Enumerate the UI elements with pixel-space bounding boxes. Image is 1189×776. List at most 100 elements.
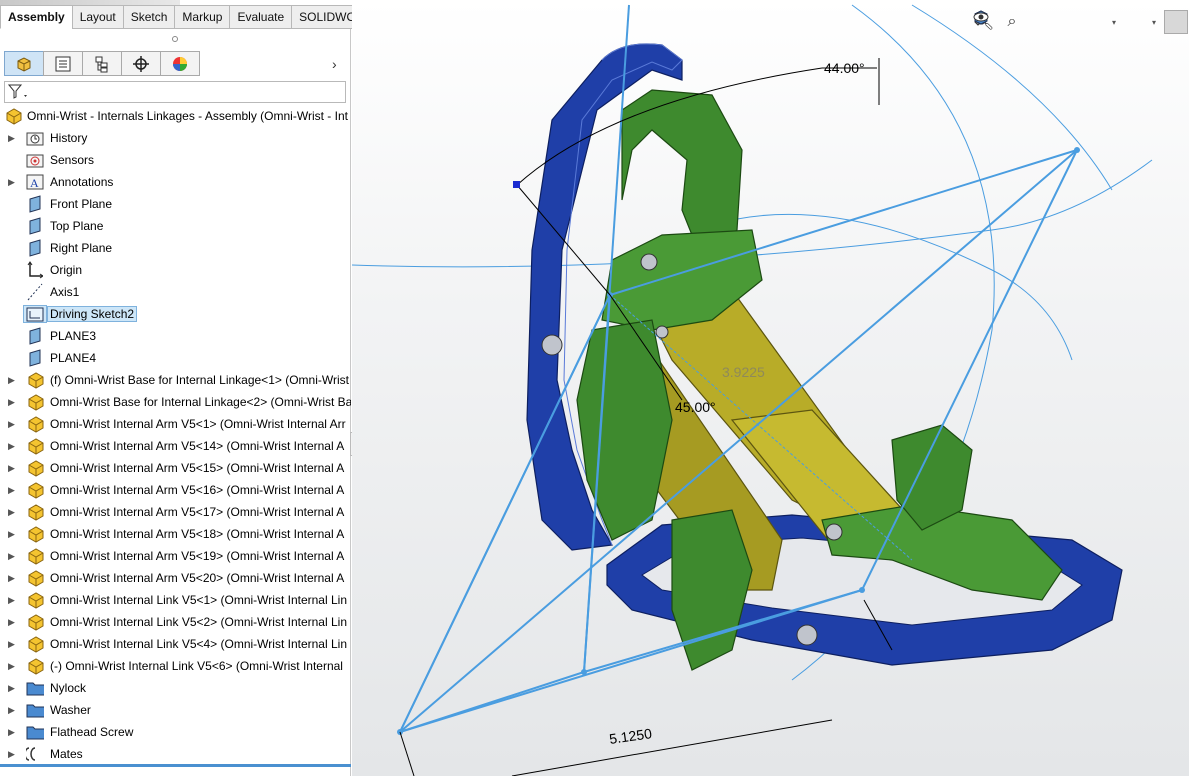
- tree-item-omni-wrist-internal-arm-v5-19-omni-wrist-internal-a[interactable]: ▶ Omni-Wrist Internal Arm V5<19> (Omni-Wr…: [0, 545, 351, 567]
- tree-item-right-plane[interactable]: Right Plane: [0, 237, 351, 259]
- tab-markup[interactable]: Markup: [174, 5, 231, 29]
- expand-arrow-icon[interactable]: ▶: [8, 573, 16, 584]
- expand-arrow-icon[interactable]: ▶: [8, 551, 16, 562]
- tree-item-label: Omni-Wrist Internal Arm V5<1> (Omni-Wris…: [50, 417, 346, 431]
- expand-arrow-icon[interactable]: ▶: [8, 683, 16, 694]
- axis-icon: [26, 283, 44, 301]
- chevron-down-icon[interactable]: ▾: [1152, 18, 1160, 27]
- feature-manager-tab[interactable]: [4, 51, 44, 76]
- expand-arrow-icon[interactable]: ▶: [8, 177, 16, 188]
- tree-item-omni-wrist-base-for-internal-linkage-2-omni-wrist-ba[interactable]: ▶ Omni-Wrist Base for Internal Linkage<2>…: [0, 391, 351, 413]
- tree-item-label: Nylock: [50, 681, 87, 695]
- view-orientation-icon[interactable]: [974, 10, 1108, 34]
- property-manager-tab[interactable]: [43, 51, 83, 76]
- tree-item-front-plane[interactable]: Front Plane: [0, 193, 351, 215]
- expand-arrow-icon[interactable]: ▶: [8, 463, 16, 474]
- tree-item-label: Annotations: [50, 175, 114, 189]
- tree-item-omni-wrist-internal-arm-v5-16-omni-wrist-internal-a[interactable]: ▶ Omni-Wrist Internal Arm V5<16> (Omni-Wr…: [0, 479, 351, 501]
- tree-item-omni-wrist-internal-link-v5-1-omni-wrist-internal-lin[interactable]: ▶ Omni-Wrist Internal Link V5<1> (Omni-Wr…: [0, 589, 351, 611]
- tree-item-label: PLANE3: [50, 329, 97, 343]
- expand-arrow-icon[interactable]: ▶: [8, 617, 16, 628]
- filter-icon[interactable]: [8, 84, 30, 100]
- tree-item-omni-wrist-internal-link-v5-4-omni-wrist-internal-lin[interactable]: ▶ Omni-Wrist Internal Link V5<4> (Omni-Wr…: [0, 633, 351, 655]
- expand-arrow-icon[interactable]: ▶: [8, 529, 16, 540]
- tree-item-sensors[interactable]: Sensors: [0, 149, 351, 171]
- tree-item-history[interactable]: ▶ History: [0, 127, 351, 149]
- tree-item-omni-wrist-internal-arm-v5-17-omni-wrist-internal-a[interactable]: ▶ Omni-Wrist Internal Arm V5<17> (Omni-Wr…: [0, 501, 351, 523]
- tree-item-omni-wrist-internal-arm-v5-1-omni-wrist-internal-arr[interactable]: ▶ Omni-Wrist Internal Arm V5<1> (Omni-Wri…: [0, 413, 351, 435]
- tab-assembly[interactable]: Assembly: [0, 5, 73, 29]
- panel-grip-icon[interactable]: [172, 36, 178, 42]
- tree-item-omni-wrist-internal-link-v5-6-omni-wrist-internal[interactable]: ▶ (-) Omni-Wrist Internal Link V5<6> (Omn…: [0, 655, 351, 677]
- plane-icon: [26, 327, 44, 345]
- graphics-area[interactable]: 44.00° 45.00° 3.9225 5.1250 🔍︎ ⌕ ▾ ▾ ▾: [352, 0, 1189, 776]
- tree-item-axis1[interactable]: Axis1: [0, 281, 351, 303]
- part-icon: [26, 503, 44, 521]
- part-icon: [26, 371, 44, 389]
- expand-arrow-icon[interactable]: ▶: [8, 133, 16, 144]
- part-icon: [26, 591, 44, 609]
- expand-arrow-icon[interactable]: ▶: [8, 705, 16, 716]
- history-folder-icon: [26, 129, 44, 147]
- length-dimension-mid[interactable]: 3.9225: [722, 364, 765, 380]
- tree-item-omni-wrist-internal-link-v5-2-omni-wrist-internal-lin[interactable]: ▶ Omni-Wrist Internal Link V5<2> (Omni-Wr…: [0, 611, 351, 633]
- chevron-right-icon[interactable]: ›: [332, 56, 337, 72]
- section-view-icon[interactable]: [974, 10, 1080, 34]
- tree-root-assembly[interactable]: Omni-Wrist - Internals Linkages - Assemb…: [0, 105, 351, 127]
- part-icon: [26, 481, 44, 499]
- model-view[interactable]: 44.00° 45.00° 3.9225 5.1250: [352, 0, 1189, 776]
- expand-arrow-icon[interactable]: ▶: [8, 727, 16, 738]
- expand-arrow-icon[interactable]: ▶: [8, 419, 16, 430]
- hide-show-items-icon[interactable]: [973, 10, 1188, 34]
- tree-root-label: Omni-Wrist - Internals Linkages - Assemb…: [27, 109, 348, 123]
- chevron-down-icon[interactable]: ▾: [1112, 18, 1120, 27]
- tree-item-omni-wrist-internal-arm-v5-15-omni-wrist-internal-a[interactable]: ▶ Omni-Wrist Internal Arm V5<15> (Omni-Wr…: [0, 457, 351, 479]
- expand-arrow-icon[interactable]: ▶: [8, 441, 16, 452]
- tree-item-mates[interactable]: ▶ Mates: [0, 743, 351, 765]
- expand-arrow-icon[interactable]: ▶: [8, 749, 16, 760]
- expand-arrow-icon[interactable]: ▶: [8, 485, 16, 496]
- sketch-icon: [23, 305, 47, 323]
- tree-item-omni-wrist-internal-arm-v5-20-omni-wrist-internal-a[interactable]: ▶ Omni-Wrist Internal Arm V5<20> (Omni-Wr…: [0, 567, 351, 589]
- part-icon: [26, 459, 44, 477]
- display-style-icon[interactable]: [974, 10, 1148, 34]
- tree-item-nylock[interactable]: ▶ Nylock: [0, 677, 351, 699]
- configuration-manager-tab[interactable]: [82, 51, 122, 76]
- tree-item-label: Washer: [50, 703, 91, 717]
- tree-item-omni-wrist-internal-arm-v5-18-omni-wrist-internal-a[interactable]: ▶ Omni-Wrist Internal Arm V5<18> (Omni-Wr…: [0, 523, 351, 545]
- zoom-to-area-icon[interactable]: ⌕: [1000, 10, 1024, 34]
- tree-item-washer[interactable]: ▶ Washer: [0, 699, 351, 721]
- tree-item-label: Omni-Wrist Internal Arm V5<20> (Omni-Wri…: [50, 571, 345, 585]
- tree-item-omni-wrist-internal-arm-v5-14-omni-wrist-internal-a[interactable]: ▶ Omni-Wrist Internal Arm V5<14> (Omni-Wr…: [0, 435, 351, 457]
- tab-evaluate[interactable]: Evaluate: [229, 5, 293, 29]
- tree-item-f-omni-wrist-base-for-internal-linkage-1-omni-wrist[interactable]: ▶ (f) Omni-Wrist Base for Internal Linkag…: [0, 369, 351, 391]
- expand-arrow-icon[interactable]: ▶: [8, 375, 16, 386]
- previous-view-icon[interactable]: [974, 10, 1052, 34]
- tree-item-label: Origin: [50, 263, 83, 277]
- expand-arrow-icon[interactable]: ▶: [8, 639, 16, 650]
- angle-dimension-top[interactable]: 44.00°: [824, 60, 865, 76]
- part-icon: [26, 415, 44, 433]
- tree-item-flathead-screw[interactable]: ▶ Flathead Screw: [0, 721, 351, 743]
- dimxpert-tab[interactable]: [121, 51, 161, 76]
- length-dimension-bottom[interactable]: 5.1250: [608, 725, 653, 747]
- expand-arrow-icon[interactable]: ▶: [8, 397, 16, 408]
- tree-item-plane4[interactable]: PLANE4: [0, 347, 351, 369]
- expand-arrow-icon[interactable]: ▶: [8, 595, 16, 606]
- tree-item-label: PLANE4: [50, 351, 97, 365]
- sensors-icon: [26, 151, 44, 169]
- tree-item-label: Omni-Wrist Internal Arm V5<17> (Omni-Wri…: [50, 505, 345, 519]
- expand-arrow-icon[interactable]: ▶: [8, 507, 16, 518]
- expand-arrow-icon[interactable]: ▶: [8, 661, 16, 672]
- tab-sketch[interactable]: Sketch: [122, 5, 176, 29]
- tree-item-driving-sketch2[interactable]: Driving Sketch2: [0, 303, 351, 325]
- tree-item-plane3[interactable]: PLANE3: [0, 325, 351, 347]
- display-manager-tab[interactable]: [160, 51, 200, 76]
- sketch-endpoint[interactable]: [513, 181, 520, 188]
- tree-item-annotations[interactable]: ▶ A Annotations: [0, 171, 351, 193]
- tab-layout[interactable]: Layout: [71, 5, 124, 29]
- angle-dimension-mid[interactable]: 45.00°: [675, 399, 716, 415]
- filter-box[interactable]: [4, 81, 346, 103]
- tree-item-origin[interactable]: Origin: [0, 259, 351, 281]
- tree-item-top-plane[interactable]: Top Plane: [0, 215, 351, 237]
